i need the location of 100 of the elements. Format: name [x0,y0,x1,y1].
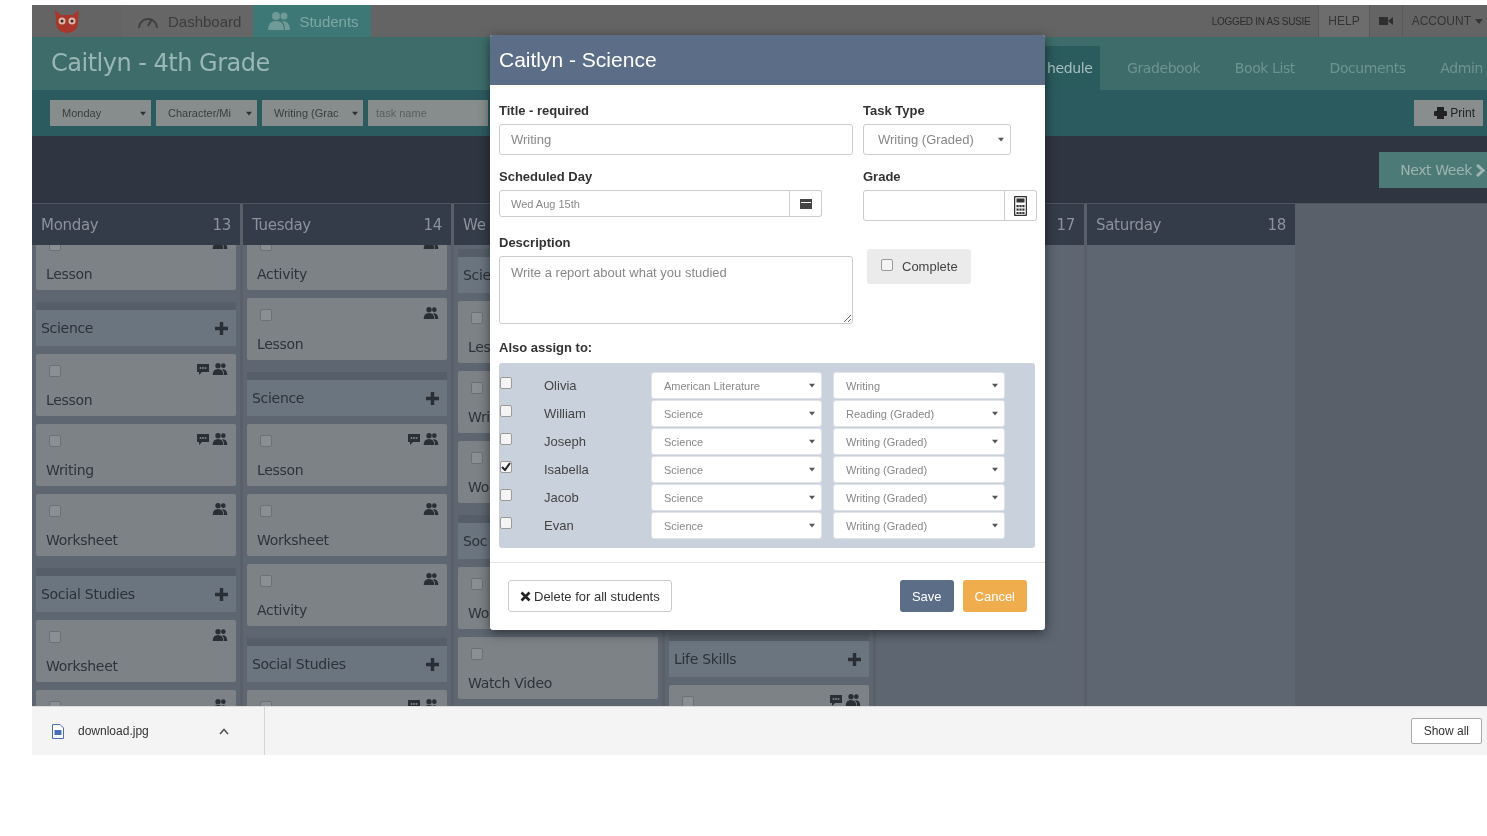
delete-button[interactable]: Delete for all students [508,580,672,612]
task-label: Wri [468,409,490,425]
subject-dropdown[interactable]: Science [651,512,822,539]
checkbox[interactable] [500,404,512,417]
checkbox[interactable] [881,258,893,271]
complete-toggle[interactable]: Complete [867,249,971,284]
subject-dropdown[interactable]: Science [651,400,822,427]
filter-dropdown[interactable]: Writing (Grac [262,100,363,126]
add-task-button[interactable] [215,321,228,335]
caret-down-icon [992,467,998,472]
task-type-dropdown[interactable]: Reading (Graded) [833,400,1005,427]
checkbox[interactable] [682,696,694,706]
add-task-button[interactable] [215,587,228,601]
task-card[interactable]: Lesson [247,298,447,360]
task-type-dropdown[interactable]: Writing [833,372,1005,399]
add-task-button[interactable] [848,652,861,666]
nav-tab[interactable]: Students [253,5,372,37]
task-card[interactable]: Worksheet [36,620,236,682]
save-button[interactable]: Save [899,580,954,612]
description-field[interactable]: Write a report about what you studied [499,256,853,324]
day-date: 17 [1056,215,1075,234]
subject-name: Scie [463,267,491,283]
checkbox[interactable] [471,578,483,590]
caret-down-icon [352,110,358,116]
checkbox[interactable] [260,505,272,517]
day-name: We [463,215,486,234]
date-field[interactable]: Wed Aug 15th [499,190,790,217]
checkbox[interactable] [49,365,61,377]
field-label: Scheduled Day [499,169,594,184]
caret-down-icon [992,411,998,416]
task-card[interactable]: Lesson [36,245,236,290]
student-name: Jacob [543,490,580,505]
checkbox[interactable] [500,488,512,501]
filter-dropdown[interactable]: Monday [50,100,151,126]
next-week-button[interactable]: Next Week [1379,152,1487,188]
task-card[interactable]: Worksheet [36,494,236,556]
day-name: Monday [41,215,99,234]
task-card[interactable]: Activity [247,245,447,290]
checkbox[interactable] [260,575,272,587]
task-type-dropdown[interactable]: Writing (Graded) [833,428,1005,455]
checkbox[interactable] [49,435,61,447]
task-label: Wo [468,605,489,621]
owl-icon [52,8,82,34]
filter-dropdown[interactable]: Character/Mi [156,100,257,126]
caret-down-icon [992,383,998,388]
show-all-button[interactable]: Show all [1410,718,1482,744]
task-type-dropdown[interactable]: Writing (Graded) [833,512,1005,539]
task-card[interactable]: Lesson [247,424,447,486]
subject-dropdown[interactable]: Science [651,428,822,455]
checkbox[interactable] [471,382,483,394]
subject-name: Social Studies [41,586,135,602]
task-type-dropdown[interactable]: Writing (Graded) [863,124,1011,155]
download-item[interactable]: download.jpg [32,707,265,755]
checkbox[interactable] [260,309,272,321]
checkbox[interactable] [49,631,61,643]
dialog-title: Caitlyn - Science [499,48,657,72]
help-link[interactable]: HELP [1318,5,1369,37]
calculator-button[interactable] [1005,190,1037,221]
task-card[interactable]: Worksheet [247,494,447,556]
task-type-dropdown[interactable]: Writing (Graded) [833,456,1005,483]
subject-dropdown[interactable]: Science [651,456,822,483]
day-date: 18 [1267,215,1286,234]
caret-down-icon [809,495,815,500]
task-card[interactable]: Writing [36,424,236,486]
title-field[interactable]: Writing [499,124,853,155]
subject-dropdown[interactable]: American Literature [651,372,822,399]
field-label: Description [499,235,572,250]
print-button[interactable]: Print [1414,100,1483,126]
checkbox[interactable] [471,312,483,324]
plus-icon [426,657,439,671]
task-label: Writing [46,462,94,478]
task-card[interactable]: Watch Video [458,637,658,699]
grade-field[interactable] [863,190,1005,221]
task-label: Worksheet [46,658,118,674]
day-date: 14 [423,215,442,234]
subject-dropdown[interactable]: Science [651,484,822,511]
task-card[interactable]: Activity [247,564,447,626]
add-task-button[interactable] [426,657,439,671]
checkbox[interactable] [49,505,61,517]
calculator-icon [1014,195,1027,216]
cancel-button[interactable]: Cancel [962,580,1027,612]
checkbox[interactable] [500,432,512,445]
people-icon [212,362,228,376]
checkbox[interactable] [260,435,272,447]
calendar-button[interactable] [790,190,822,217]
people-icon [423,572,439,586]
task-type-dropdown[interactable]: Writing (Graded) [833,484,1005,511]
checkbox[interactable] [500,516,512,529]
checkbox[interactable] [500,376,512,389]
checkbox[interactable] [471,452,483,464]
checkbox[interactable] [500,460,512,473]
checkbox[interactable] [471,648,483,660]
people-icon [423,306,439,320]
add-task-button[interactable] [426,391,439,405]
caret-down-icon [992,495,998,500]
task-card[interactable]: Lesson [36,354,236,416]
task-label: Lesson [46,392,93,408]
caret-down-icon [140,110,146,116]
image-file-icon [52,723,64,739]
chat-bubble-icon [196,362,210,376]
